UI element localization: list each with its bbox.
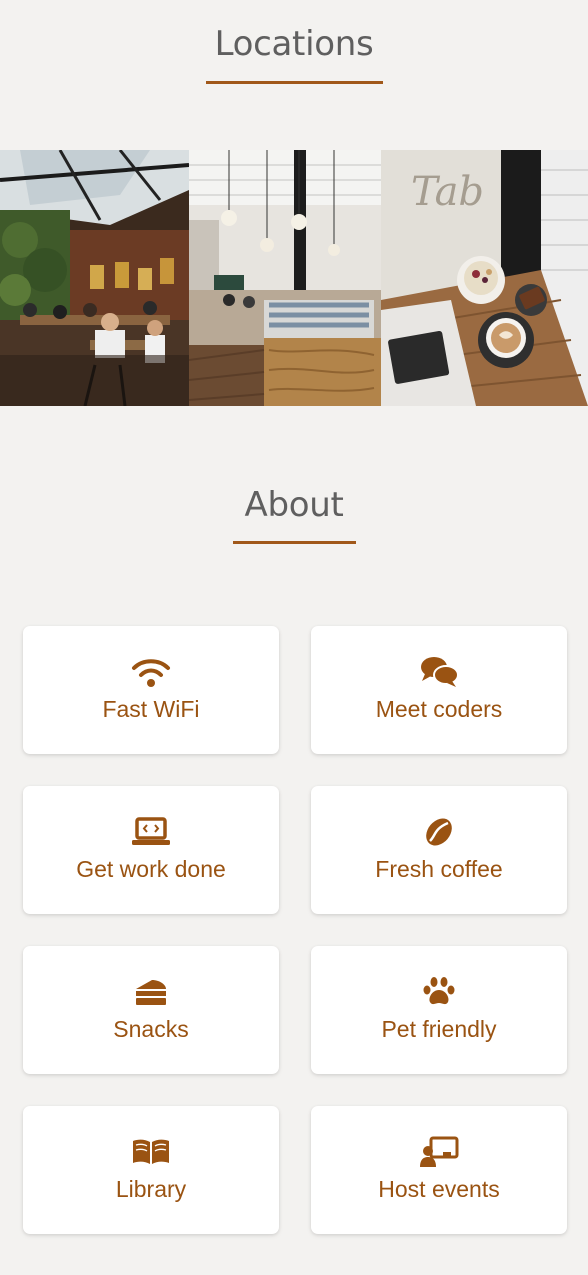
laptop-code-icon (23, 814, 279, 850)
feature-card-pet-friendly[interactable]: Pet friendly (311, 946, 567, 1074)
feature-card-meet-coders[interactable]: Meet coders (311, 626, 567, 754)
feature-label: Fast WiFi (102, 696, 200, 722)
svg-text:Tab: Tab (411, 169, 484, 215)
location-photo-1[interactable] (0, 150, 189, 406)
feature-label: Snacks (113, 1016, 189, 1042)
cake-slice-icon (23, 974, 279, 1010)
about-heading: About (244, 485, 344, 525)
feature-label: Library (115, 1176, 187, 1202)
locations-heading-underline (206, 81, 383, 84)
wifi-icon (23, 654, 279, 690)
feature-card-host-events[interactable]: Host events (311, 1106, 567, 1234)
chat-bubbles-icon (311, 654, 567, 690)
feature-card-fast-wifi[interactable]: Fast WiFi (23, 626, 279, 754)
feature-card-fresh-coffee[interactable]: Fresh coffee (311, 786, 567, 914)
feature-card-get-work-done[interactable]: Get work done (23, 786, 279, 914)
feature-label: Get work done (76, 856, 226, 882)
location-photo-3[interactable]: Tab (381, 150, 588, 406)
locations-gallery: Tab (0, 150, 588, 406)
about-heading-underline (233, 541, 356, 544)
location-photo-2[interactable] (189, 150, 381, 406)
book-open-icon (23, 1134, 279, 1170)
feature-card-library[interactable]: Library (23, 1106, 279, 1234)
feature-label: Fresh coffee (375, 856, 503, 882)
feature-card-snacks[interactable]: Snacks (23, 946, 279, 1074)
paw-icon (311, 974, 567, 1010)
coffee-bean-icon (311, 814, 567, 850)
presenter-icon (311, 1134, 567, 1170)
feature-label: Pet friendly (381, 1016, 497, 1042)
feature-label: Host events (378, 1176, 500, 1202)
locations-heading: Locations (214, 24, 374, 64)
feature-label: Meet coders (375, 696, 503, 722)
